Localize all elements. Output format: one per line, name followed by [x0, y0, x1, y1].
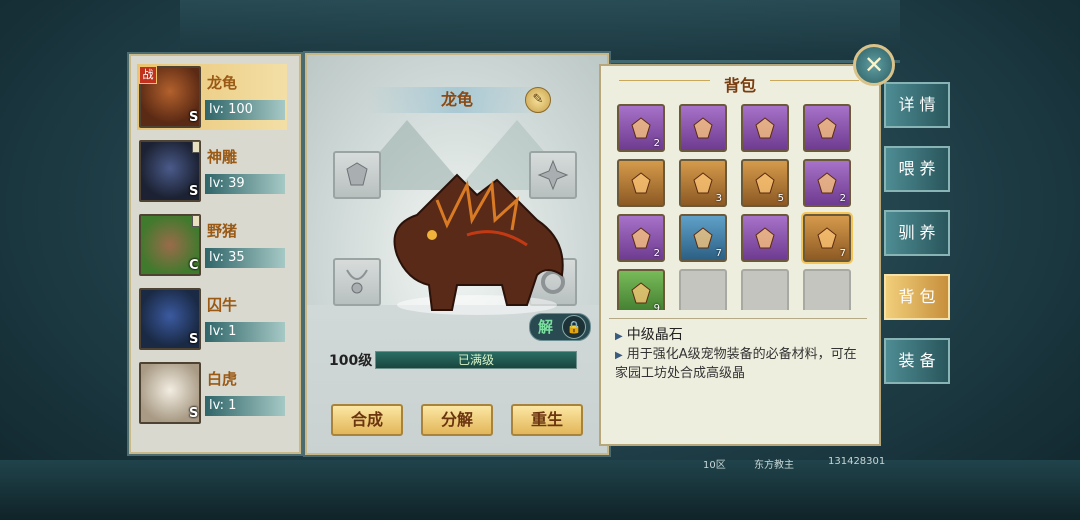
- tab-feed[interactable]: 喂 养: [884, 146, 950, 192]
- pet-level: lv: 35: [205, 248, 285, 268]
- item-icon: [817, 172, 837, 194]
- pet-level: lv: 100: [205, 100, 285, 120]
- pet-name: 囚牛: [207, 296, 238, 314]
- tab-equipment[interactable]: 装 备: [884, 338, 950, 384]
- item-icon: [755, 172, 775, 194]
- bag-item[interactable]: 2: [803, 159, 851, 207]
- pet-name: 野猪: [207, 222, 238, 240]
- pet-name: 龙龟: [207, 74, 238, 92]
- item-icon: [693, 227, 713, 249]
- pet-level: lv: 1: [205, 322, 285, 342]
- empty-slot[interactable]: [803, 269, 851, 310]
- bag-item[interactable]: 2: [617, 104, 665, 152]
- pet-grade: S: [189, 332, 199, 347]
- unlock-label: 解: [538, 318, 554, 336]
- item-count: 9: [653, 303, 660, 310]
- exp-bar: 已满级: [375, 351, 577, 369]
- equip-slot-bottom-left[interactable]: [333, 258, 381, 306]
- dragon-turtle-art: [393, 173, 564, 315]
- bag-item[interactable]: 7: [803, 214, 851, 262]
- item-count: 2: [653, 138, 660, 149]
- divider: [609, 318, 867, 319]
- exp-label: 已满级: [457, 353, 494, 367]
- name-banner: 龙龟: [367, 87, 547, 113]
- pet-name: 白虎: [207, 370, 238, 388]
- pet-grade: S: [189, 110, 199, 125]
- pet-level: lv: 39: [205, 174, 285, 194]
- necklace-icon: [346, 269, 368, 294]
- pet-entry-4[interactable]: S 囚牛 lv: 1: [137, 286, 287, 352]
- item-count: 2: [653, 248, 660, 259]
- tab-bag[interactable]: 背 包: [884, 274, 950, 320]
- equip-slot-top-left[interactable]: [333, 151, 381, 199]
- item-name: ▶ 中级晶石: [615, 327, 683, 343]
- pet-entry-2[interactable]: S 神雕 lv: 39: [137, 138, 287, 204]
- item-count: 7: [839, 248, 846, 259]
- pet-name: 神雕: [207, 148, 238, 166]
- bag-item[interactable]: [679, 104, 727, 152]
- bag-item[interactable]: 3: [679, 159, 727, 207]
- pet-detail-panel: 龙龟 ✎ 解 🔒 100级 已满级 合成 分解 重生: [305, 53, 609, 455]
- item-icon: [755, 227, 775, 249]
- item-icon: [817, 117, 837, 139]
- tab-tame[interactable]: 驯 养: [884, 210, 950, 256]
- tab-details[interactable]: 详 情: [884, 82, 950, 128]
- item-icon: [631, 282, 651, 304]
- bag-item[interactable]: 2: [617, 214, 665, 262]
- bag-item[interactable]: 5: [741, 159, 789, 207]
- bag-item[interactable]: [617, 159, 665, 207]
- bag-panel: 背包 2 3 5 2 2 7 7 9 ▶ 中级晶石 ▶ 用于强化A级宠物装备的必备材料，可在家园工…: [599, 64, 881, 446]
- pet-grade: S: [189, 406, 199, 421]
- bag-item[interactable]: 7: [679, 214, 727, 262]
- unlock-toggle[interactable]: 解 🔒: [529, 313, 591, 341]
- pet-title: 龙龟: [440, 90, 473, 109]
- item-icon: [693, 172, 713, 194]
- item-icon: [693, 117, 713, 139]
- rebirth-button[interactable]: 重生: [511, 404, 583, 436]
- lock-icon: 🔒: [562, 315, 586, 339]
- background-floor: [0, 460, 1080, 520]
- item-count: 3: [715, 193, 722, 204]
- pet-list[interactable]: 战 S 龙龟 lv: 100 S 神雕 lv: 39 C 野猪 lv: 35 S…: [129, 54, 301, 454]
- edit-name-button[interactable]: ✎: [525, 87, 551, 113]
- bag-grid[interactable]: 2 3 5 2 2 7 7 9: [613, 100, 863, 310]
- item-icon: [631, 227, 651, 249]
- item-description: ▶ 用于强化A级宠物装备的必备材料，可在家园工坊处合成高级晶: [615, 347, 857, 381]
- bag-item[interactable]: 9: [617, 269, 665, 310]
- item-icon: [817, 227, 837, 249]
- armor-icon: [346, 162, 368, 186]
- level-label: 100级: [329, 353, 373, 369]
- bag-item[interactable]: [803, 104, 851, 152]
- player-id: 131428301: [828, 456, 886, 467]
- item-count: 5: [777, 193, 784, 204]
- bag-item[interactable]: [741, 214, 789, 262]
- combine-button[interactable]: 合成: [331, 404, 403, 436]
- pet-entry-1[interactable]: 战 S 龙龟 lv: 100: [137, 64, 287, 130]
- empty-slot[interactable]: [679, 269, 727, 310]
- pet-grade: C: [189, 258, 199, 273]
- bag-title: 背包: [601, 72, 879, 96]
- battle-tag: 战: [139, 66, 157, 84]
- player-name: 东方教主: [754, 460, 794, 471]
- close-button[interactable]: ✕: [853, 44, 895, 86]
- item-icon: [755, 117, 775, 139]
- item-count: 7: [715, 248, 722, 259]
- status-bar-icon: [192, 141, 200, 153]
- item-count: 2: [839, 193, 846, 204]
- pet-entry-5[interactable]: S 白虎 lv: 1: [137, 360, 287, 426]
- pet-grade: S: [189, 184, 199, 199]
- status-bar-icon: [192, 215, 200, 227]
- item-icon: [631, 117, 651, 139]
- bag-item[interactable]: [741, 104, 789, 152]
- empty-slot[interactable]: [741, 269, 789, 310]
- decompose-button[interactable]: 分解: [421, 404, 493, 436]
- server-label: 10区: [703, 460, 726, 471]
- pet-entry-3[interactable]: C 野猪 lv: 35: [137, 212, 287, 278]
- pet-level: lv: 1: [205, 396, 285, 416]
- item-icon: [631, 172, 651, 194]
